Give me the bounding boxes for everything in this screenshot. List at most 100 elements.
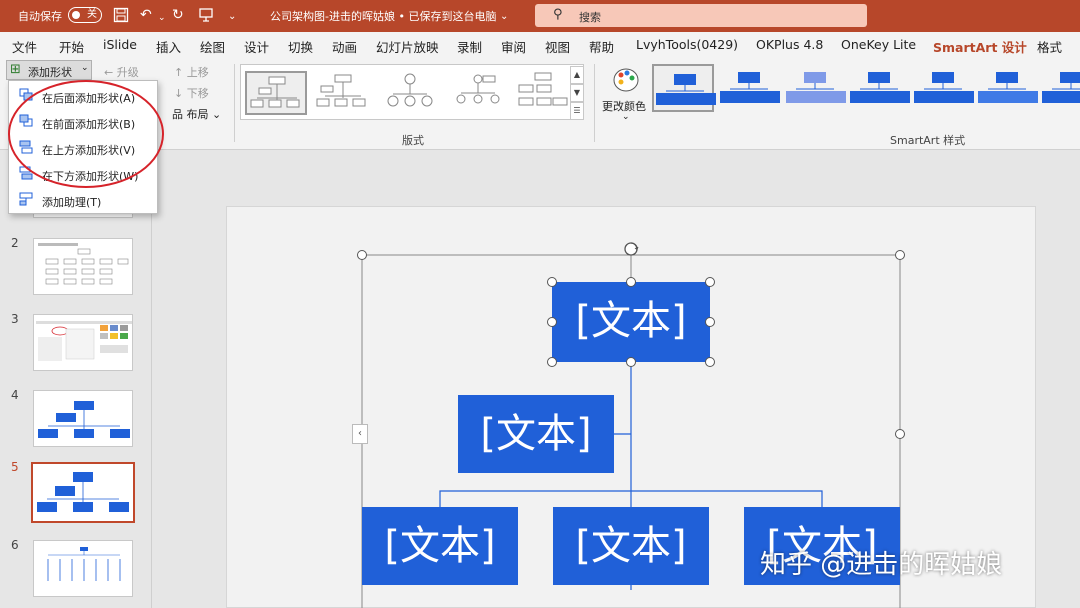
resize-handle[interactable]	[547, 277, 557, 287]
resize-handle[interactable]	[547, 317, 557, 327]
layout-thumb-name-title[interactable]	[313, 71, 375, 115]
layout-thumb-org-chart[interactable]	[245, 71, 307, 115]
chevron-down-icon: ⌄	[622, 112, 630, 122]
present-icon[interactable]	[198, 7, 214, 27]
smartart-child-box[interactable]: [文本]	[362, 507, 518, 585]
title-chevron-down-icon[interactable]: ⌄	[500, 9, 508, 25]
resize-handle[interactable]	[705, 317, 715, 327]
resize-handle[interactable]	[357, 250, 367, 260]
slide-number: 6	[11, 538, 19, 552]
move-up-label: 上移	[186, 66, 209, 79]
tab-16[interactable]: SmartArt 设计	[933, 37, 1027, 61]
chevron-down-icon: ⌄	[81, 63, 89, 73]
group-separator	[234, 64, 235, 142]
menu-item-add-below[interactable]: 在下方添加形状(W)	[9, 161, 157, 187]
tab-9[interactable]: 录制	[457, 37, 482, 56]
gallery-scroll-down-icon[interactable]: ▼	[570, 84, 584, 102]
style-thumb-5[interactable]	[912, 64, 974, 112]
resize-handle[interactable]	[895, 429, 905, 439]
autosave-toggle[interactable]: 关	[68, 7, 102, 23]
layout-thumb-hierarchy[interactable]	[449, 71, 511, 115]
slide-number: 2	[11, 236, 19, 250]
tab-10[interactable]: 审阅	[501, 37, 526, 56]
tab-14[interactable]: OKPlus 4.8	[756, 37, 823, 52]
tab-8[interactable]: 幻灯片放映	[376, 37, 439, 56]
tab-3[interactable]: 插入	[156, 37, 181, 56]
tab-15[interactable]: OneKey Lite	[841, 37, 916, 52]
resize-handle[interactable]	[547, 357, 557, 367]
search-box[interactable]: ⚲ 搜索	[535, 4, 867, 27]
save-icon[interactable]	[113, 7, 129, 27]
tab-11[interactable]: 视图	[545, 37, 570, 56]
tab-4[interactable]: 绘图	[200, 37, 225, 56]
tab-13[interactable]: LvyhTools(0429)	[636, 37, 738, 52]
menu-item-add-before[interactable]: 在前面添加形状(B)	[9, 109, 157, 135]
add-above-icon	[19, 140, 33, 154]
text-pane-toggle-icon[interactable]: ‹	[352, 424, 368, 444]
move-down-button[interactable]: ↓ 下移	[174, 85, 209, 101]
resize-handle[interactable]	[626, 357, 636, 367]
tab-1[interactable]: 开始	[59, 37, 84, 56]
add-shape-label: 添加形状	[28, 66, 72, 79]
menu-item-add-assistant[interactable]: 添加助理(T)	[9, 187, 157, 213]
menu-item-label: 在前面添加形状(B)	[42, 118, 136, 131]
slide-thumbnail[interactable]	[33, 390, 133, 447]
add-shape-button[interactable]: ⊞ 添加形状 ⌄	[6, 60, 92, 80]
tab-5[interactable]: 设计	[244, 37, 269, 56]
tab-6[interactable]: 切换	[288, 37, 313, 56]
smartart-assistant-box[interactable]: [文本]	[458, 395, 614, 473]
slide-thumbnail-selected[interactable]	[31, 462, 135, 523]
slide-number: 3	[11, 312, 19, 326]
add-shape-icon: ⊞	[10, 62, 21, 77]
style-thumb-2[interactable]	[718, 64, 780, 112]
tab-7[interactable]: 动画	[332, 37, 357, 56]
layout-thumb-labeled-hierarchy[interactable]	[513, 71, 575, 115]
styles-group-label: SmartArt 样式	[890, 134, 966, 147]
slide-thumbnail[interactable]	[33, 314, 133, 371]
move-up-button[interactable]: ↑ 上移	[174, 64, 209, 80]
gallery-scroll-up-icon[interactable]: ▲	[570, 66, 584, 84]
layout-button[interactable]: 品 布局 ⌄	[172, 106, 221, 122]
palette-icon	[613, 68, 639, 92]
title-bar: 自动保存 关 ↶ ⌄ ↻ ⌄ 公司架构图-进击的晖姑娘 • 已保存到这台电脑 ⌄…	[0, 0, 1080, 32]
undo-dropdown-icon[interactable]: ⌄	[158, 10, 166, 26]
menu-item-add-above[interactable]: 在上方添加形状(V)	[9, 135, 157, 161]
change-color-button[interactable]: 更改颜色 ⌄	[602, 64, 646, 124]
style-thumb-1[interactable]	[652, 64, 716, 112]
tab-12[interactable]: 帮助	[589, 37, 614, 56]
tab-2[interactable]: iSlide	[103, 37, 137, 52]
search-icon: ⚲	[553, 7, 563, 22]
menu-item-add-after[interactable]: 在后面添加形状(A)	[9, 83, 157, 109]
style-thumb-4[interactable]	[848, 64, 910, 112]
menu-item-label: 在下方添加形状(W)	[42, 170, 139, 183]
layout-thumb-circle-picture[interactable]	[381, 71, 443, 115]
move-down-label: 下移	[186, 87, 209, 100]
gallery-more-icon[interactable]: ☰	[570, 102, 584, 120]
layout-label: 布局	[186, 108, 209, 121]
resize-handle[interactable]	[705, 357, 715, 367]
document-title[interactable]: 公司架构图-进击的晖姑娘 • 已保存到这台电脑	[270, 8, 496, 24]
search-placeholder: 搜索	[579, 11, 601, 24]
customize-toolbar-icon[interactable]: ⌄	[228, 9, 236, 25]
smartart-child-box[interactable]: [文本]	[553, 507, 709, 585]
style-thumb-6[interactable]	[976, 64, 1038, 112]
undo-icon[interactable]: ↶	[140, 7, 152, 23]
slide-thumbnail[interactable]	[33, 540, 133, 597]
style-thumb-3[interactable]	[784, 64, 846, 112]
slide-thumbnail[interactable]	[33, 238, 133, 295]
resize-handle[interactable]	[705, 277, 715, 287]
style-thumb-7[interactable]	[1040, 64, 1080, 112]
resize-handle[interactable]	[895, 250, 905, 260]
tab-0[interactable]: 文件	[12, 37, 37, 56]
resize-handle[interactable]	[626, 277, 636, 287]
layouts-gallery	[240, 64, 584, 120]
rotate-handle-icon[interactable]	[622, 240, 640, 258]
menu-item-label: 添加助理(T)	[42, 196, 102, 209]
tab-17[interactable]: 格式	[1037, 37, 1062, 56]
ribbon: ← 升级 ↑ 上移 ↓ 下移 品 布局 ⌄ ▲ ▼ ☰ 版式 更改颜色 ⌄ Sm…	[0, 58, 1080, 150]
slide-number-selected: 5	[11, 460, 19, 474]
slide-thumbnail-panel: 2 3 4 5 6	[0, 150, 152, 608]
promote-button[interactable]: ← 升级	[104, 64, 139, 80]
redo-icon[interactable]: ↻	[172, 7, 184, 23]
smartart-top-box[interactable]: [文本]	[552, 282, 710, 362]
